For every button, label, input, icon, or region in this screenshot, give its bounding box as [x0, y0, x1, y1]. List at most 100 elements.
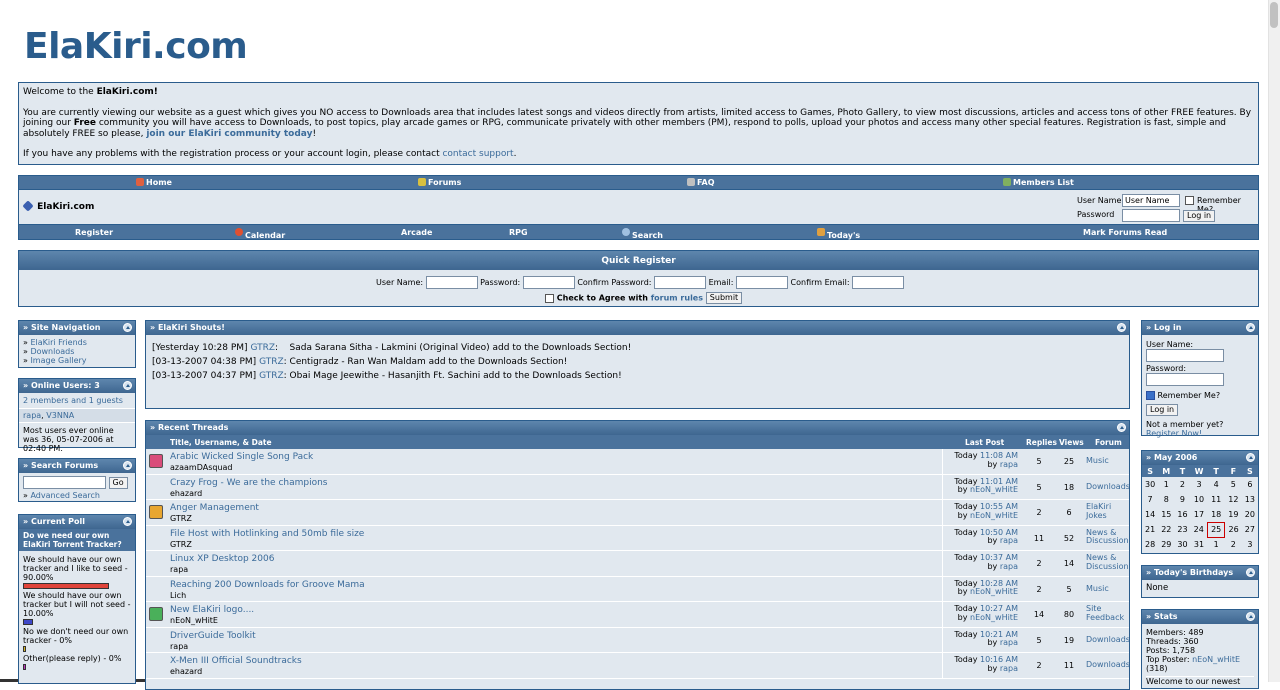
thread-row[interactable]: New ElaKiri logo.... nEoN_wHitE Today 10:2… [146, 602, 1129, 628]
last-post-user-link[interactable]: rapa [1000, 638, 1018, 647]
qr-username-input[interactable] [425, 276, 478, 289]
calendar-day[interactable]: 28 [1142, 537, 1158, 552]
calendar-day[interactable]: 23 [1174, 522, 1190, 537]
shout-user-link[interactable]: GTRZ [259, 371, 284, 381]
calendar-day[interactable]: 15 [1158, 507, 1174, 522]
last-post-user-link[interactable]: nEoN_wHitE [970, 613, 1018, 622]
nav-members-list[interactable]: Members List [1003, 178, 1074, 187]
calendar-day[interactable]: 30 [1142, 477, 1158, 492]
thread-title-link[interactable]: Reaching 200 Downloads for Groove Mama [170, 580, 365, 590]
nav-calendar[interactable]: Calendar [235, 228, 285, 240]
last-post-user-link[interactable]: nEoN_wHitE [970, 587, 1018, 596]
collapse-icon[interactable] [123, 323, 132, 332]
thread-forum-link[interactable]: News & Discussion [1086, 528, 1129, 546]
thread-row[interactable]: File Host with Hotlinking and 50mb file … [146, 525, 1129, 551]
nav-mark-read[interactable]: Mark Forums Read [1083, 228, 1167, 237]
qr-email-input[interactable] [736, 276, 788, 289]
vertical-scrollbar[interactable] [1268, 0, 1280, 682]
qr-password-input[interactable] [522, 276, 575, 289]
site-nav-item-friends[interactable]: » ElaKiri Friends [23, 338, 131, 347]
nav-search[interactable]: Search [622, 228, 663, 240]
thread-forum-link[interactable]: Site Feedback [1086, 604, 1129, 622]
calendar-day[interactable]: 13 [1242, 492, 1258, 507]
last-post-user-link[interactable]: rapa [1000, 460, 1018, 469]
poll-question[interactable]: Do we need our own ElaKiri Torrent Track… [19, 529, 135, 551]
qr-forum-rules-link[interactable]: forum rules [651, 294, 703, 303]
thread-forum-link[interactable]: Music [1086, 456, 1129, 466]
thread-forum-link[interactable]: Downloads [1086, 482, 1129, 492]
calendar-day[interactable]: 3 [1242, 537, 1258, 552]
thread-title-link[interactable]: Linux XP Desktop 2006 [170, 554, 274, 564]
calendar-day[interactable]: 21 [1142, 522, 1158, 537]
thread-title-link[interactable]: Arabic Wicked Single Song Pack [170, 452, 313, 462]
qr-submit-button[interactable]: Submit [705, 292, 743, 304]
login-password-input[interactable] [1146, 373, 1224, 386]
login-username-input[interactable] [1146, 349, 1224, 362]
calendar-day[interactable]: 30 [1174, 537, 1190, 552]
calendar-day[interactable]: 25 [1206, 521, 1226, 538]
nav-forums[interactable]: Forums [418, 178, 461, 187]
collapse-icon[interactable] [1246, 323, 1255, 332]
thread-row[interactable]: Linux XP Desktop 2006 rapa Today 10:37 AM b… [146, 551, 1129, 577]
calendar-day[interactable]: 22 [1158, 522, 1174, 537]
nav-login-button[interactable]: Log in [1183, 210, 1216, 222]
breadcrumb[interactable]: ElaKiri.com [22, 200, 94, 212]
nav-home[interactable]: Home [136, 178, 172, 187]
nav-register[interactable]: Register [75, 228, 113, 237]
contact-support-link[interactable]: contact support [442, 149, 513, 159]
nav-faq[interactable]: FAQ [687, 178, 715, 187]
calendar-day[interactable]: 17 [1191, 507, 1208, 522]
collapse-icon[interactable] [123, 381, 132, 390]
advanced-search-link[interactable]: Advanced Search [30, 491, 100, 500]
login-remember-checkbox[interactable] [1146, 391, 1155, 400]
calendar-day[interactable]: 5 [1225, 477, 1242, 492]
thread-forum-link[interactable]: Downloads [1086, 635, 1129, 645]
thread-row[interactable]: X-Men III Official Soundtracks ehazard Tod… [146, 653, 1129, 679]
nav-remember-checkbox[interactable] [1185, 196, 1194, 205]
thread-title-link[interactable]: Anger Management [170, 503, 259, 513]
login-register-link[interactable]: Register Now! [1146, 429, 1202, 438]
thread-row[interactable]: DriverGuide Toolkit rapa Today 10:21 AM by … [146, 627, 1129, 653]
calendar-day[interactable]: 20 [1242, 507, 1258, 522]
thread-title-link[interactable]: New ElaKiri logo.... [170, 605, 254, 615]
thread-row[interactable]: Crazy Frog - We are the champions ehazard… [146, 474, 1129, 500]
calendar-day[interactable]: 2 [1225, 537, 1242, 552]
qr-confirm-password-input[interactable] [654, 276, 707, 289]
calendar-day[interactable]: 1 [1207, 537, 1225, 552]
online-summary[interactable]: 2 members and 1 guests [23, 396, 131, 405]
calendar-day[interactable]: 10 [1191, 492, 1208, 507]
online-user-link[interactable]: V3NNA [46, 411, 74, 420]
calendar-day[interactable]: 9 [1174, 492, 1190, 507]
collapse-icon[interactable] [1246, 612, 1255, 621]
join-link[interactable]: join our ElaKiri community today [146, 129, 312, 139]
last-post-user-link[interactable]: rapa [1000, 664, 1018, 673]
nav-password-input[interactable] [1122, 209, 1180, 222]
calendar-day[interactable]: 12 [1225, 492, 1242, 507]
nav-arcade[interactable]: Arcade [401, 228, 432, 237]
calendar-day[interactable]: 16 [1174, 507, 1190, 522]
calendar-day[interactable]: 19 [1225, 507, 1242, 522]
shout-user-link[interactable]: GTRZ [250, 343, 275, 353]
calendar-day[interactable]: 6 [1242, 477, 1258, 492]
login-button[interactable]: Log in [1146, 404, 1179, 416]
collapse-icon[interactable] [1246, 568, 1255, 577]
collapse-icon[interactable] [1117, 423, 1126, 432]
qr-confirm-email-input[interactable] [852, 276, 905, 289]
thread-forum-link[interactable]: Music [1086, 584, 1129, 594]
calendar-day[interactable]: 3 [1191, 477, 1208, 492]
top-poster-link[interactable]: nEoN_wHitE [1192, 655, 1240, 664]
calendar-day[interactable]: 7 [1142, 492, 1158, 507]
thread-title-link[interactable]: File Host with Hotlinking and 50mb file … [170, 529, 364, 539]
calendar-day[interactable]: 26 [1225, 522, 1242, 537]
calendar-day[interactable]: 24 [1191, 522, 1208, 537]
calendar-day[interactable]: 11 [1207, 492, 1225, 507]
thread-title-link[interactable]: DriverGuide Toolkit [170, 631, 256, 641]
collapse-icon[interactable] [123, 461, 132, 470]
site-nav-gallery-link[interactable]: Image Gallery [30, 356, 86, 365]
last-post-user-link[interactable]: nEoN_wHitE [970, 485, 1018, 494]
thread-forum-link[interactable]: News & Discussion [1086, 553, 1129, 571]
thread-row[interactable]: Arabic Wicked Single Song Pack azaamDAsqu… [146, 449, 1129, 475]
thread-title-link[interactable]: X-Men III Official Soundtracks [170, 656, 302, 666]
online-user-link[interactable]: rapa [23, 411, 41, 420]
calendar-day[interactable]: 14 [1142, 507, 1158, 522]
